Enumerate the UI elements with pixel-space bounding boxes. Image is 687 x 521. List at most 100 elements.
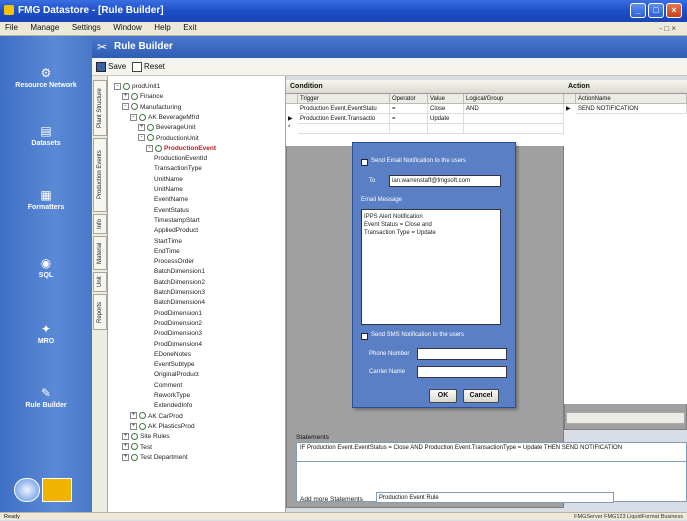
tab-production-events[interactable]: Production Events — [93, 138, 107, 212]
statements-text[interactable]: IF Production Event.EventStatus = Close … — [296, 442, 687, 462]
tree-node[interactable]: + AK PlasticsProd — [130, 422, 195, 432]
tree-node[interactable]: TimestampStart — [154, 216, 200, 226]
tree-node[interactable]: + Site Rules — [122, 432, 170, 442]
nav-sql[interactable]: ◉ SQL — [0, 256, 92, 279]
nav-resource-network[interactable]: ⚙ Resource Network — [0, 66, 92, 89]
menu-exit[interactable]: Exit — [178, 22, 201, 33]
add-statements-input[interactable]: Production Event Rule — [376, 492, 614, 503]
tree-node[interactable]: - AK BeverageMfrd — [130, 113, 199, 123]
tree-node[interactable]: Comment — [154, 381, 182, 391]
tab-material[interactable]: Material — [93, 236, 107, 270]
tree-node[interactable]: - prodUnit1 — [114, 82, 160, 92]
message-textarea[interactable]: IPPS Alert Notification Event Status = C… — [361, 209, 501, 325]
expand-icon[interactable]: + — [122, 93, 129, 101]
tree-node[interactable]: + AK CarProd — [130, 412, 183, 422]
tree-node[interactable]: BatchDimension4 — [154, 298, 205, 308]
action-hscrollbar[interactable] — [566, 412, 685, 424]
tree-node[interactable]: + Test — [122, 443, 152, 453]
operator-cell[interactable]: = — [390, 104, 428, 114]
tree-node[interactable]: UnitName — [154, 175, 183, 185]
tree-node[interactable]: EventStatus — [154, 206, 189, 216]
close-button[interactable]: × — [666, 3, 682, 18]
tab-reports[interactable]: Reports — [93, 294, 107, 330]
ok-button[interactable]: OK — [429, 389, 457, 403]
logic-cell[interactable] — [464, 114, 564, 124]
tree-node[interactable]: - Manufacturing — [122, 103, 181, 113]
minimize-button[interactable]: _ — [630, 3, 646, 18]
tree-node[interactable]: AppliedProduct — [154, 226, 198, 236]
tree-node[interactable]: EventSubtype — [154, 360, 194, 370]
email-checkbox[interactable] — [361, 159, 368, 166]
col-trigger[interactable]: Trigger — [298, 94, 390, 104]
menu-window[interactable]: Window — [108, 22, 146, 33]
collapse-icon[interactable]: - — [114, 82, 121, 90]
tree-node[interactable]: - ProductionUnit — [138, 134, 199, 144]
trigger-cell[interactable] — [298, 124, 390, 134]
to-input[interactable]: ian.warrenstaff@fmgsoft.com — [389, 175, 501, 187]
menu-help[interactable]: Help — [149, 22, 175, 33]
nav-datasets[interactable]: ▤ Datasets — [0, 124, 92, 147]
menu-manage[interactable]: Manage — [25, 22, 64, 33]
tree-node[interactable]: + BeverageUnit — [138, 123, 195, 133]
expand-icon[interactable]: + — [122, 432, 129, 440]
expand-icon[interactable]: + — [138, 123, 145, 131]
reset-button[interactable]: Reset — [132, 60, 165, 74]
tree-node[interactable]: ProdDimension2 — [154, 319, 202, 329]
operator-cell[interactable]: = — [390, 114, 428, 124]
trigger-cell[interactable]: Production Event.Transactio — [298, 114, 390, 124]
tree-node[interactable]: ProcessOrder — [154, 257, 194, 267]
col-operator[interactable]: Operator — [390, 94, 428, 104]
nav-formatters[interactable]: ▦ Formatters — [0, 188, 92, 211]
tree-node[interactable]: EndTime — [154, 247, 180, 257]
expand-icon[interactable]: + — [122, 443, 129, 451]
collapse-icon[interactable]: - — [130, 113, 137, 121]
tree-node[interactable]: - ProductionEvent — [146, 144, 216, 154]
tree-node[interactable]: TransactionType — [154, 164, 202, 174]
tree-node[interactable]: BatchDimension3 — [154, 288, 205, 298]
expand-icon[interactable]: + — [130, 422, 137, 430]
logic-cell[interactable]: AND — [464, 104, 564, 114]
col-value[interactable]: Value — [428, 94, 464, 104]
tab-info[interactable]: Info — [93, 214, 107, 234]
tree-node[interactable]: ReworkType — [154, 391, 190, 401]
tree-node[interactable]: BatchDimension2 — [154, 278, 205, 288]
tree-node[interactable]: StartTime — [154, 237, 182, 247]
maximize-button[interactable]: □ — [648, 3, 664, 18]
logic-cell[interactable] — [464, 124, 564, 134]
mdi-window-controls[interactable]: - □ × — [654, 23, 681, 34]
phone-input[interactable] — [417, 348, 507, 360]
col-logical-group[interactable]: Logical/Group — [464, 94, 564, 104]
tree-node[interactable]: ProdDimension3 — [154, 329, 202, 339]
tree-node[interactable]: EventName — [154, 195, 188, 205]
tree-node[interactable]: UnitName — [154, 185, 183, 195]
tree-node[interactable]: + Finance — [122, 92, 163, 102]
operator-cell[interactable] — [390, 124, 428, 134]
value-cell[interactable]: Update — [428, 114, 464, 124]
tree-node[interactable]: ProductionEventId — [154, 154, 207, 164]
sms-checkbox[interactable] — [361, 333, 368, 340]
tree-node[interactable]: EDoneNotes — [154, 350, 191, 360]
expand-icon[interactable]: + — [130, 412, 137, 420]
help-icon[interactable] — [14, 478, 40, 502]
menu-settings[interactable]: Settings — [67, 22, 106, 33]
tree-node[interactable]: + Test Department — [122, 453, 188, 463]
tree-node[interactable]: BatchDimension1 — [154, 267, 205, 277]
action-cell[interactable]: SEND NOTIFICATION — [576, 104, 687, 114]
tab-plant-structure[interactable]: Plant Structure — [93, 80, 107, 136]
collapse-icon[interactable]: - — [138, 134, 145, 142]
value-cell[interactable]: Close — [428, 104, 464, 114]
nav-rule-builder[interactable]: ✎ Rule Builder — [0, 386, 92, 409]
collapse-icon[interactable]: - — [146, 144, 153, 152]
tree-node[interactable]: OriginalProduct — [154, 370, 199, 380]
expand-icon[interactable]: + — [122, 453, 129, 461]
tree-node[interactable]: ExtendedInfo — [154, 401, 192, 411]
tree-node[interactable]: ProdDimension4 — [154, 340, 202, 350]
tree-node[interactable]: ProdDimension1 — [154, 309, 202, 319]
cancel-button[interactable]: Cancel — [463, 389, 499, 403]
collapse-icon[interactable]: - — [122, 103, 129, 111]
nav-mro[interactable]: ✦ MRO — [0, 322, 92, 345]
notes-icon[interactable] — [42, 478, 72, 502]
menu-file[interactable]: File — [0, 22, 23, 33]
tab-unit[interactable]: Unit — [93, 272, 107, 292]
value-cell[interactable] — [428, 124, 464, 134]
